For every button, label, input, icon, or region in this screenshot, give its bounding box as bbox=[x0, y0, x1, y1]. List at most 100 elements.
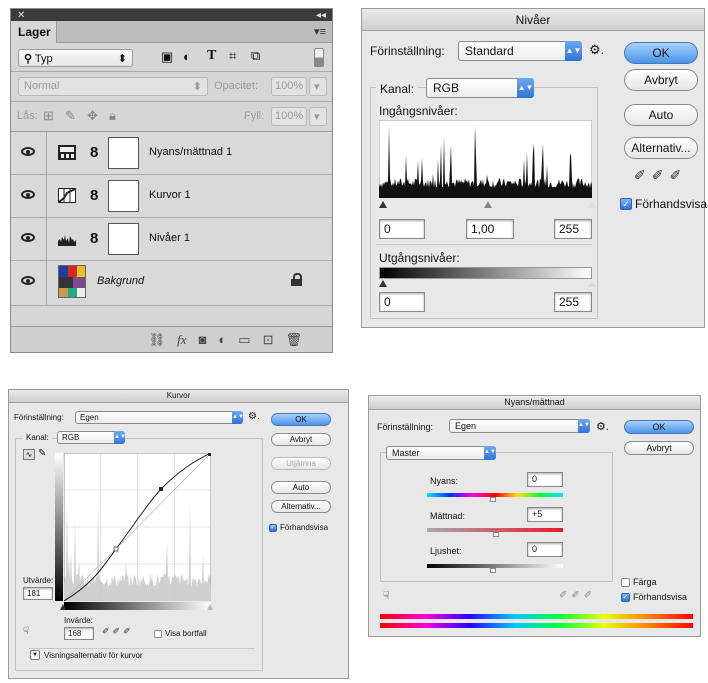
auto-button[interactable]: Auto bbox=[624, 104, 698, 126]
layer-mask-thumbnail[interactable] bbox=[108, 137, 139, 169]
preview-checkbox[interactable]: ✓ Förhandsvisa bbox=[269, 523, 328, 532]
ok-button[interactable]: OK bbox=[624, 420, 694, 434]
output-black-field[interactable]: 0 bbox=[379, 292, 425, 312]
white-point-slider[interactable] bbox=[207, 604, 213, 610]
filter-smartobject-icon[interactable]: ⧉ bbox=[251, 48, 260, 64]
options-button[interactable]: Alternativ... bbox=[271, 500, 331, 513]
visibility-eye-icon[interactable] bbox=[21, 276, 35, 285]
preview-checkbox[interactable]: ✓ Förhandsvisa bbox=[621, 592, 687, 602]
lightness-slider-thumb[interactable] bbox=[490, 568, 496, 573]
chevron-updown-icon: ▲▼ bbox=[517, 78, 534, 98]
trash-icon[interactable]: 🗑︎ bbox=[285, 332, 302, 348]
smooth-button[interactable]: Utjämna bbox=[271, 457, 331, 470]
cancel-button[interactable]: Avbryt bbox=[271, 433, 331, 446]
output-white-field[interactable]: 255 bbox=[554, 292, 592, 312]
preset-gear-icon[interactable]: ⚙︎. bbox=[248, 411, 260, 422]
auto-button[interactable]: Auto bbox=[271, 481, 331, 494]
tab-layers[interactable]: Lager bbox=[11, 21, 57, 43]
layer-mask-thumbnail[interactable] bbox=[108, 223, 139, 255]
collapse-icon[interactable]: ◂◂ bbox=[316, 10, 326, 21]
input-black-slider[interactable] bbox=[379, 201, 387, 208]
layer-row[interactable]: 8 Nivåer 1 bbox=[11, 218, 332, 261]
preset-select[interactable]: Standard ▲▼ bbox=[458, 41, 582, 61]
range-select[interactable]: Master ▲▼ bbox=[386, 446, 496, 460]
preset-select[interactable]: Egen ▲▼ bbox=[449, 419, 590, 433]
link-layers-icon[interactable]: ⛓ bbox=[149, 332, 166, 348]
layer-row[interactable]: 8 Kurvor 1 bbox=[11, 175, 332, 218]
preset-gear-icon[interactable]: ⚙︎. bbox=[596, 420, 609, 433]
preset-value: Egen bbox=[455, 421, 477, 431]
layer-mask-thumbnail[interactable] bbox=[108, 180, 139, 212]
new-group-icon[interactable]: ▭ bbox=[238, 332, 250, 348]
preset-select[interactable]: Egen ▲▼ bbox=[75, 411, 244, 424]
show-clipping-checkbox[interactable]: Visa bortfall bbox=[154, 629, 207, 638]
filter-shape-icon[interactable]: ⌗ bbox=[229, 48, 236, 64]
cancel-button[interactable]: Avbryt bbox=[624, 441, 694, 455]
close-icon[interactable]: ✕ bbox=[17, 10, 25, 21]
visibility-eye-icon[interactable] bbox=[21, 233, 35, 242]
fx-icon[interactable]: fx bbox=[177, 332, 186, 348]
add-mask-icon[interactable]: ◙ bbox=[199, 332, 207, 347]
filter-kind-select[interactable]: ⚲ Typ ⬍ bbox=[18, 49, 133, 67]
targeted-adjustment-icon[interactable]: ☟ bbox=[383, 589, 390, 602]
output-black-slider[interactable] bbox=[379, 280, 387, 287]
input-white-slider[interactable] bbox=[588, 201, 596, 208]
chevron-updown-icon: ▲▼ bbox=[114, 431, 126, 444]
opacity-input[interactable]: 100% bbox=[271, 77, 307, 96]
input-black-field[interactable]: 0 bbox=[379, 219, 425, 239]
filter-adjustment-icon[interactable]: ◐ bbox=[183, 49, 191, 64]
visibility-eye-icon[interactable] bbox=[21, 147, 35, 156]
panel-menu-icon[interactable]: ▾≡ bbox=[314, 25, 326, 38]
saturation-field[interactable]: +5 bbox=[527, 507, 563, 522]
filter-toggle-switch[interactable] bbox=[314, 48, 324, 67]
input-field[interactable]: 168 bbox=[64, 627, 94, 640]
channel-select[interactable]: RGB ▲▼ bbox=[426, 78, 534, 98]
eyedropper-icons[interactable]: ✐✐✐ bbox=[634, 167, 687, 184]
options-button[interactable]: Alternativ... bbox=[624, 137, 698, 159]
colorize-checkbox[interactable]: Färga bbox=[621, 577, 657, 587]
lock-transparency-icon[interactable]: ⊞ bbox=[43, 108, 54, 124]
ok-button[interactable]: OK bbox=[271, 413, 331, 426]
visibility-eye-icon[interactable] bbox=[21, 190, 35, 199]
curves-graph[interactable] bbox=[64, 453, 211, 601]
hue-field[interactable]: 0 bbox=[527, 472, 563, 487]
blend-mode-select[interactable]: Normal ⬍ bbox=[18, 77, 208, 96]
link-icon[interactable]: 8 bbox=[90, 230, 98, 247]
lock-move-icon[interactable]: ✥ bbox=[87, 108, 98, 124]
preset-gear-icon[interactable]: ⚙︎. bbox=[589, 42, 604, 58]
lock-all-icon[interactable]: 🔒︎ bbox=[109, 108, 116, 124]
preview-checkbox[interactable]: ✓ Förhandsvisa bbox=[620, 197, 707, 211]
link-icon[interactable]: 8 bbox=[90, 187, 98, 204]
lightness-field[interactable]: 0 bbox=[527, 542, 563, 557]
disclosure-triangle-icon[interactable]: ▼ bbox=[30, 650, 40, 660]
targeted-adjustment-icon[interactable]: ☟ bbox=[23, 626, 29, 637]
fill-input[interactable]: 100% bbox=[271, 107, 307, 126]
opacity-slider-button[interactable]: ▾ bbox=[309, 77, 327, 96]
link-icon[interactable]: 8 bbox=[90, 144, 98, 161]
layer-row[interactable]: Bakgrund bbox=[11, 261, 332, 306]
fill-slider-button[interactable]: ▾ bbox=[309, 107, 327, 126]
eyedropper-icons[interactable]: ✐✐✐ bbox=[559, 590, 596, 601]
black-point-slider[interactable] bbox=[60, 604, 66, 610]
output-field[interactable]: 181 bbox=[23, 587, 53, 600]
input-gamma-slider[interactable] bbox=[484, 201, 492, 208]
filter-pixel-icon[interactable]: ▣ bbox=[161, 49, 173, 65]
filter-kind-value: Typ bbox=[34, 53, 53, 65]
channel-select[interactable]: RGB ▲▼ bbox=[57, 431, 126, 444]
input-gamma-field[interactable]: 1,00 bbox=[466, 219, 514, 239]
cancel-button[interactable]: Avbryt bbox=[624, 69, 698, 91]
filter-type-icon[interactable]: T bbox=[207, 48, 216, 64]
curve-edit-points-icon[interactable]: ∿ bbox=[23, 449, 35, 460]
saturation-slider-thumb[interactable] bbox=[493, 532, 499, 537]
new-layer-icon[interactable]: ⊡ bbox=[263, 332, 274, 348]
pencil-icon[interactable]: ✎ bbox=[38, 448, 46, 459]
input-white-field[interactable]: 255 bbox=[554, 219, 592, 239]
lock-paint-icon[interactable]: ✎ bbox=[65, 108, 76, 124]
output-white-slider[interactable] bbox=[588, 280, 596, 287]
layer-row[interactable]: 8 Nyans/mättnad 1 bbox=[11, 132, 332, 175]
image-thumbnail[interactable] bbox=[58, 265, 86, 298]
hue-slider-thumb[interactable] bbox=[490, 497, 496, 502]
adjustment-layer-icon[interactable]: ◐ bbox=[218, 332, 226, 347]
eyedropper-icons[interactable]: ✐✐✐ bbox=[102, 626, 134, 637]
ok-button[interactable]: OK bbox=[624, 42, 698, 64]
